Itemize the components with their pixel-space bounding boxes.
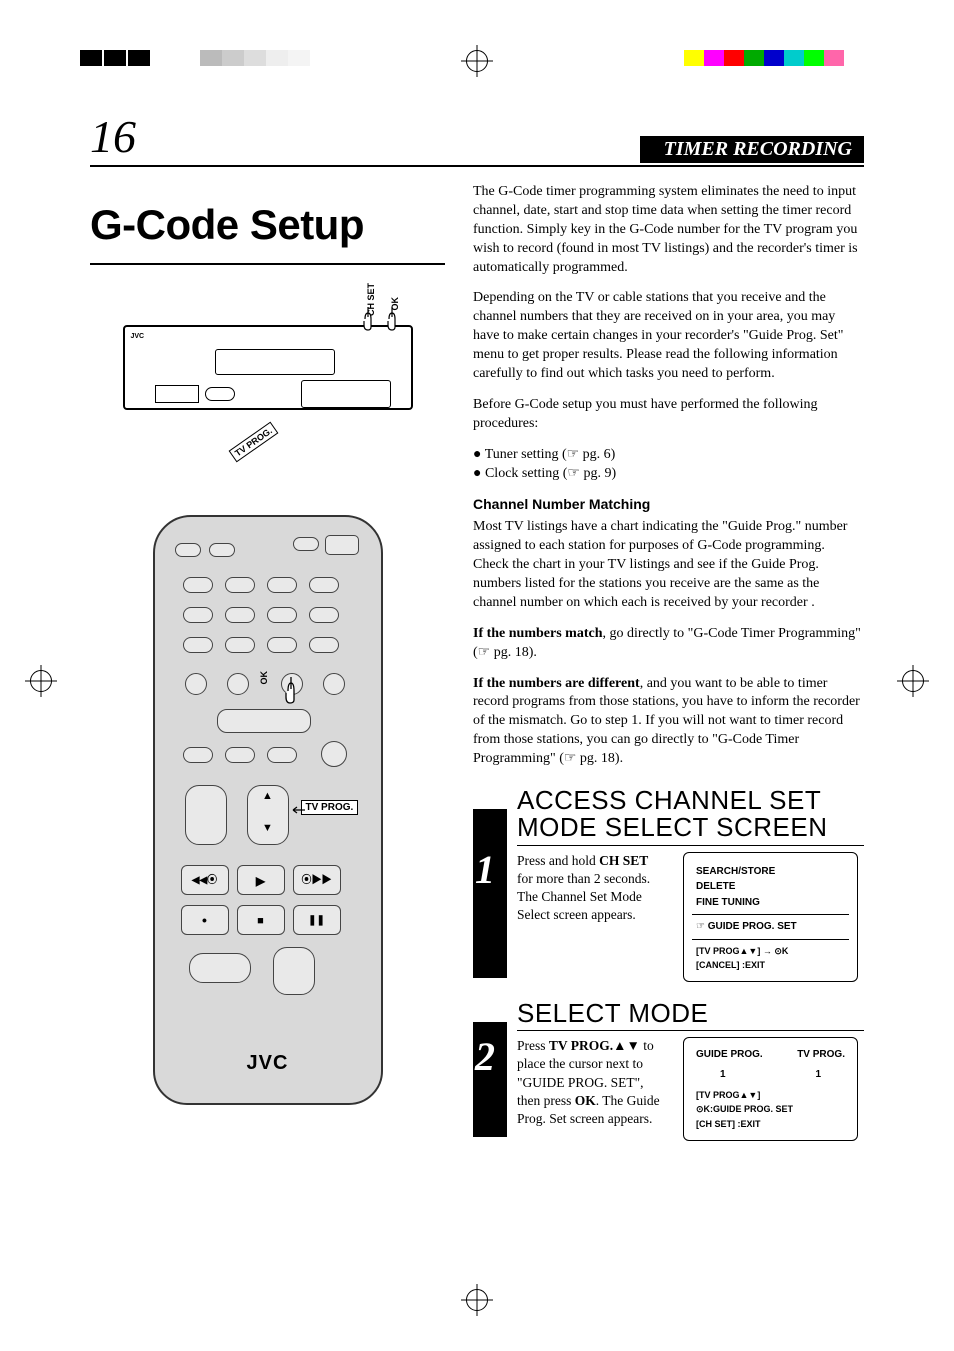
remote-tvprog-rocker: ▲ ▼ [247, 785, 289, 845]
vcr-tvprog-label: TV PROG. [228, 422, 278, 463]
intro-paragraph: Depending on the TV or cable stations th… [473, 289, 864, 383]
page-header: 16 TIMER RECORDING [90, 110, 864, 167]
remote-button [325, 535, 359, 555]
osd-footer: [CANCEL] :EXIT [696, 959, 845, 971]
osd-line: SEARCH/STORE [696, 865, 845, 879]
osd-footer: [TV PROG▲▼] → ⊙K [696, 945, 845, 957]
osd-footer: ⊙K:GUIDE PROG. SET [696, 1103, 845, 1115]
page-number: 16 [90, 110, 640, 163]
remote-ok-button [217, 709, 311, 733]
subheading: Channel Number Matching [473, 495, 864, 514]
remote-pause-button: ❚❚ [293, 905, 341, 935]
step-title: ACCESS CHANNEL SET MODE SELECT SCREEN [517, 787, 864, 846]
remote-button [225, 577, 255, 593]
crosshair-icon [466, 50, 488, 72]
remote-rocker [273, 947, 315, 995]
emphasis: If the numbers are different [473, 676, 640, 691]
remote-button [309, 607, 339, 623]
step-2: SELECT MODE 2 Press TV PROG.▲▼ to place … [473, 1000, 864, 1141]
right-column: The G-Code timer programming system elim… [473, 183, 864, 1141]
remote-ok-label: OK [259, 671, 269, 685]
crosshair-icon [466, 1289, 488, 1311]
step-title: SELECT MODE [517, 1000, 864, 1031]
page-content: 16 TIMER RECORDING G-Code Setup JVC CH S… [90, 110, 864, 1141]
remote-stop-button: ■ [237, 905, 285, 935]
osd-footer: [CH SET] :EXIT [696, 1118, 845, 1130]
osd-value: 1 [815, 1068, 821, 1082]
remote-button [183, 637, 213, 653]
left-column: G-Code Setup JVC CH SET OK TV P [90, 183, 445, 1141]
remote-illustration: OK ▲ ▼ TV PROG. ◀◀⦿ ▶ ⦿▶▶ • ■ [153, 515, 383, 1105]
remote-button [321, 741, 347, 767]
remote-button [225, 607, 255, 623]
crosshair-icon [30, 670, 52, 692]
osd-col-head: TV PROG. [797, 1048, 845, 1062]
remote-button [267, 607, 297, 623]
body-paragraph: If the numbers are different, and you wa… [473, 675, 864, 769]
body-paragraph: If the numbers match, go directly to "G-… [473, 625, 864, 663]
emphasis: If the numbers match [473, 626, 603, 641]
remote-button [309, 577, 339, 593]
remote-rewind-button: ◀◀⦿ [181, 865, 229, 895]
remote-button [267, 637, 297, 653]
remote-tvprog-label: TV PROG. [301, 800, 359, 815]
vcr-illustration: JVC CH SET OK TV PROG. [108, 285, 428, 465]
remote-rocker [189, 953, 251, 983]
prerequisite-list: Tuner setting (☞ pg. 6) Clock setting (☞… [473, 446, 864, 484]
osd-screen-1: SEARCH/STORE DELETE FINE TUNING GUIDE PR… [683, 852, 858, 982]
osd-footer: [TV PROG▲▼] [696, 1089, 845, 1101]
intro-paragraph: Before G-Code setup you must have perfor… [473, 396, 864, 434]
callout-arrow-icon [291, 806, 305, 814]
remote-button [267, 747, 297, 763]
osd-line: DELETE [696, 880, 845, 894]
remote-button [293, 537, 319, 551]
crosshair-icon [902, 670, 924, 692]
remote-button [175, 543, 201, 557]
remote-button [309, 637, 339, 653]
osd-screen-2: GUIDE PROG. TV PROG. 1 1 [TV PROG▲▼] ⊙K:… [683, 1037, 858, 1140]
pointing-hand-icon [384, 307, 400, 331]
remote-button [323, 673, 345, 695]
remote-button [183, 577, 213, 593]
remote-button [183, 607, 213, 623]
step-text: Press TV PROG.▲▼ to place the cursor nex… [517, 1037, 667, 1128]
remote-button [227, 673, 249, 695]
remote-button [185, 673, 207, 695]
remote-button [225, 747, 255, 763]
pointing-hand-icon [360, 307, 376, 331]
tone-bars-black [80, 50, 152, 66]
remote-button [209, 543, 235, 557]
remote-record-button: • [181, 905, 229, 935]
step-text: Press and hold CH SET for more than 2 se… [517, 852, 667, 925]
list-item: Tuner setting (☞ pg. 6) [473, 446, 864, 465]
tone-bars-grey [200, 50, 310, 66]
body-paragraph: Most TV listings have a chart indicating… [473, 518, 864, 612]
step-1: ACCESS CHANNEL SET MODE SELECT SCREEN 1 … [473, 787, 864, 982]
remote-ff-button: ⦿▶▶ [293, 865, 341, 895]
remote-play-button: ▶ [237, 865, 285, 895]
list-item: Clock setting (☞ pg. 9) [473, 465, 864, 484]
pointing-hand-icon [281, 675, 303, 703]
osd-line: FINE TUNING [696, 896, 845, 910]
remote-button [183, 747, 213, 763]
remote-button [267, 577, 297, 593]
remote-rocker [185, 785, 227, 845]
intro-paragraph: The G-Code timer programming system elim… [473, 183, 864, 277]
tone-bars-color [684, 50, 844, 66]
step-number: 2 [475, 1030, 495, 1084]
osd-selected-line: GUIDE PROG. SET [696, 920, 845, 934]
step-number: 1 [475, 843, 495, 897]
remote-brand-label: JVC [153, 1052, 383, 1075]
osd-col-head: GUIDE PROG. [696, 1048, 763, 1062]
remote-button [225, 637, 255, 653]
main-title: G-Code Setup [90, 201, 445, 265]
osd-value: 1 [720, 1068, 726, 1082]
section-title-bar: TIMER RECORDING [640, 136, 864, 163]
